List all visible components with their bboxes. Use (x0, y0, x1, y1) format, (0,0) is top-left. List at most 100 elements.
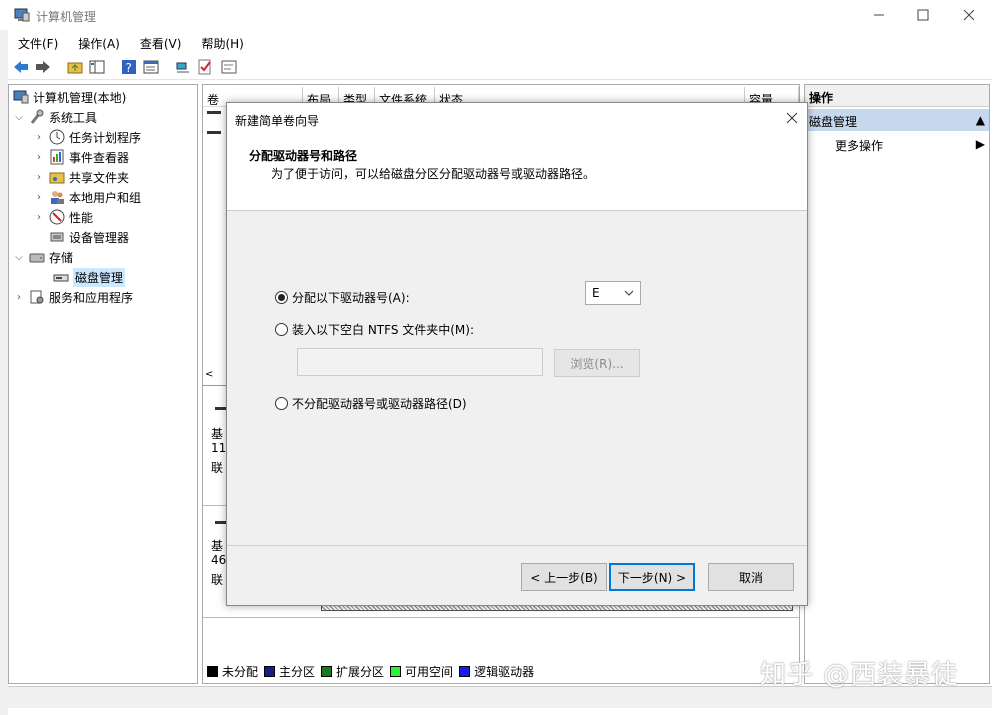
dialog-header: 分配驱动器号和路径 为了便于访问，可以给磁盘分区分配驱动器号或驱动器路径。 (227, 133, 807, 211)
actions-section-disk-management[interactable]: 磁盘管理 ▲ (805, 109, 989, 131)
checklist-icon[interactable] (196, 58, 214, 76)
radio-unselected[interactable] (275, 323, 288, 336)
tree-item-performance[interactable]: › 性能 (33, 207, 93, 227)
chevron-right-icon[interactable]: › (33, 212, 45, 223)
new-simple-volume-wizard: 新建简单卷向导 分配驱动器号和路径 为了便于访问，可以给磁盘分区分配驱动器号或驱… (226, 102, 808, 606)
legend-item: 未分配 (207, 663, 258, 680)
device-manager-icon (49, 229, 65, 245)
performance-icon (49, 209, 65, 225)
tree-item-device-manager[interactable]: 设备管理器 (45, 227, 129, 247)
chevron-right-icon: ▶ (975, 137, 985, 151)
tree-label: 共享文件夹 (69, 170, 130, 185)
tree-item-services-apps[interactable]: › 服务和应用程序 (13, 287, 133, 307)
tree-label: 系统工具 (49, 110, 98, 125)
legend-swatch (459, 666, 471, 677)
disk-icon (53, 269, 69, 285)
tree-item-shared-folders[interactable]: › 共享文件夹 (33, 167, 129, 187)
legend-item: 主分区 (264, 663, 315, 680)
minimize-button[interactable] (856, 0, 902, 30)
services-icon (29, 289, 45, 305)
dialog-subheading: 为了便于访问，可以给磁盘分区分配驱动器号或驱动器路径。 (271, 167, 596, 181)
help-icon[interactable]: ? (120, 58, 138, 76)
more-actions-item[interactable]: 更多操作 ▶ (835, 137, 985, 154)
tree-item-storage[interactable]: ⌵ 存储 (13, 247, 73, 267)
dialog-heading: 分配驱动器号和路径 (249, 149, 358, 163)
menu-action[interactable]: 操作(A) (68, 32, 130, 54)
legend-swatch (207, 666, 218, 677)
disk1-label: 基 (211, 539, 224, 553)
forward-arrow-icon[interactable] (34, 58, 52, 76)
radio-unselected[interactable] (275, 397, 288, 410)
disk0-state: 联 (211, 461, 224, 475)
properties-icon[interactable] (142, 58, 160, 76)
chevron-down-icon (624, 290, 634, 296)
actions-pane: 操作 磁盘管理 ▲ 更多操作 ▶ (804, 84, 990, 684)
tree-item-root[interactable]: 计算机管理(本地) (13, 87, 126, 107)
legend-swatch (321, 666, 333, 677)
maximize-button[interactable] (900, 0, 946, 30)
tree-label: 事件查看器 (69, 150, 130, 165)
next-button[interactable]: 下一步(N) > (609, 563, 695, 591)
window-title-bar: 计算机管理 (0, 0, 1000, 30)
back-arrow-icon[interactable] (12, 58, 30, 76)
actions-header: 操作 (805, 85, 989, 107)
background-window-edge (0, 30, 8, 715)
connect-icon[interactable] (174, 58, 192, 76)
browse-button[interactable]: 浏览(R)... (554, 349, 640, 377)
event-viewer-icon (49, 149, 65, 165)
disk-divider (203, 617, 799, 618)
tree-label: 性能 (69, 210, 94, 225)
collapse-up-icon[interactable]: ▲ (976, 113, 985, 127)
console-icon[interactable] (220, 58, 238, 76)
scroll-left-arrow-icon[interactable]: < (205, 369, 213, 380)
cancel-button[interactable]: 取消 (708, 563, 794, 591)
navigation-tree: 计算机管理(本地) ⌵ 系统工具 › 任务计划程序 › 事件查看器 › 共享文件… (8, 84, 198, 684)
chevron-down-icon[interactable]: ⌵ (13, 112, 25, 123)
chevron-right-icon[interactable]: › (33, 172, 45, 183)
volume-row-icon (207, 131, 221, 134)
menu-file[interactable]: 文件(F) (8, 32, 68, 54)
drive-letter-value: E (592, 286, 600, 300)
chevron-down-icon[interactable]: ⌵ (13, 252, 25, 263)
disk0-size: 11 (211, 441, 227, 455)
tree-item-task-scheduler[interactable]: › 任务计划程序 (33, 127, 141, 147)
computer-management-icon (13, 89, 29, 105)
show-hide-tree-icon[interactable] (88, 58, 106, 76)
tree-label: 磁盘管理 (73, 267, 126, 287)
dialog-title-bar: 新建简单卷向导 (227, 103, 807, 133)
folder-path-input[interactable] (297, 348, 543, 376)
close-window-button[interactable] (946, 0, 992, 30)
menu-bar: 文件(F) 操作(A) 查看(V) 帮助(H) (8, 32, 254, 54)
tree-item-disk-management[interactable]: 磁盘管理 (49, 267, 126, 287)
legend-item: 逻辑驱动器 (459, 663, 534, 680)
assign-letter-radio[interactable]: 分配以下驱动器号(A): (275, 289, 410, 306)
chevron-right-icon[interactable]: › (33, 152, 45, 163)
menu-view[interactable]: 查看(V) (130, 32, 192, 54)
close-icon (963, 9, 975, 21)
chevron-right-icon[interactable]: › (33, 192, 45, 203)
mount-folder-radio[interactable]: 装入以下空白 NTFS 文件夹中(M): (275, 321, 474, 338)
dialog-close-button[interactable] (781, 107, 803, 129)
menu-help[interactable]: 帮助(H) (191, 32, 253, 54)
tree-label: 服务和应用程序 (49, 290, 134, 305)
radio-selected[interactable] (275, 291, 288, 304)
more-actions-label: 更多操作 (835, 139, 884, 153)
chevron-right-icon[interactable]: › (13, 292, 25, 303)
tree-label: 任务计划程序 (69, 130, 142, 145)
tree-item-event-viewer[interactable]: › 事件查看器 (33, 147, 129, 167)
users-icon (49, 189, 65, 205)
no-letter-label: 不分配驱动器号或驱动器路径(D) (292, 397, 467, 411)
back-button[interactable]: < 上一步(B) (521, 563, 607, 591)
drive-letter-select[interactable]: E (585, 281, 641, 305)
tree-label: 本地用户和组 (69, 190, 142, 205)
assign-letter-label: 分配以下驱动器号(A): (292, 291, 410, 305)
up-folder-icon[interactable] (66, 58, 84, 76)
tree-item-system-tools[interactable]: ⌵ 系统工具 (13, 107, 97, 127)
window-title: 计算机管理 (36, 10, 97, 24)
tree-item-local-users[interactable]: › 本地用户和组 (33, 187, 141, 207)
chevron-right-icon[interactable]: › (33, 132, 45, 143)
dialog-title: 新建简单卷向导 (235, 114, 320, 128)
maximize-icon (917, 9, 929, 21)
svg-text:?: ? (126, 61, 132, 75)
no-letter-radio[interactable]: 不分配驱动器号或驱动器路径(D) (275, 395, 467, 412)
